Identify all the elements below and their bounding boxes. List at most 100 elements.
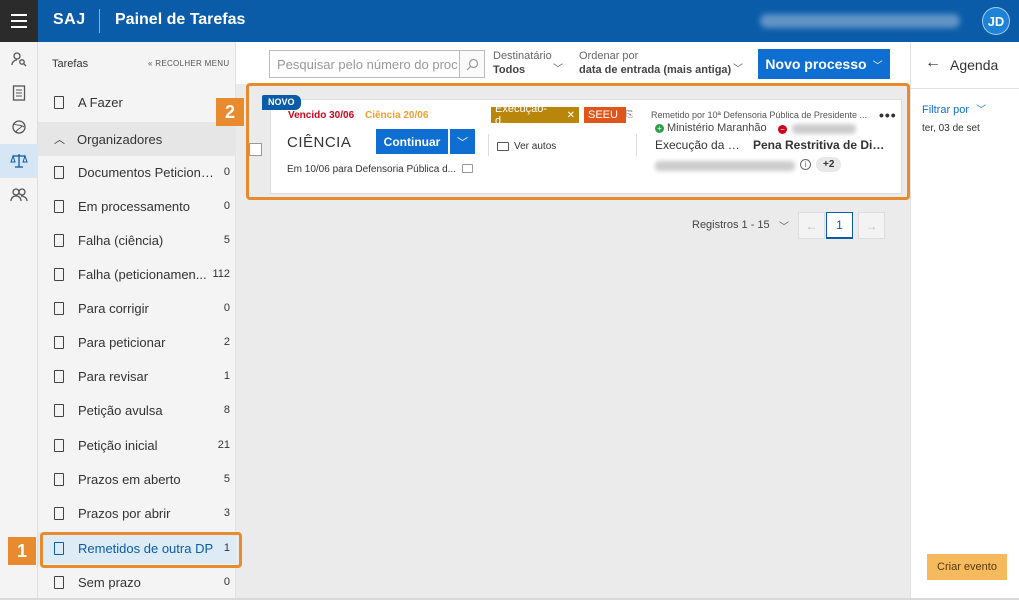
sidebar-item-em-processamento[interactable]: Em processamento 0 [38, 190, 236, 222]
toolbar: Pesquisar pelo número do proc Destinatár… [236, 42, 910, 84]
brand-logo: SAJ [53, 11, 86, 28]
sidebar-item-todo[interactable]: A Fazer [38, 86, 236, 118]
previous-page-arrow-icon[interactable]: ← [798, 212, 825, 239]
task-checkbox[interactable] [249, 143, 262, 156]
bookmark-icon [54, 472, 64, 486]
bookmark-icon [54, 233, 64, 247]
sidebar-item-falha-peticionamento[interactable]: Falha (peticionamen... 112 [38, 258, 236, 290]
search-input[interactable]: Pesquisar pelo número do proc [269, 50, 459, 78]
page-number-button[interactable]: 1 [826, 212, 853, 239]
avatar[interactable]: JD [982, 7, 1010, 35]
agenda-date: ter, 03 de set [922, 123, 980, 134]
sidebar-item-label: Sem prazo [78, 574, 141, 590]
sidebar-item-count: 2 [223, 336, 230, 348]
scales-icon[interactable] [0, 144, 38, 178]
info-icon[interactable]: i [800, 159, 811, 170]
tag-label: SEEU [588, 109, 618, 121]
page-size-chevron-down-icon[interactable]: ﹀ [779, 218, 789, 233]
bookmark-icon [54, 165, 64, 179]
bookmark-icon [54, 575, 64, 589]
sidebar-item-documentos-peticionados[interactable]: Documentos Peticiona... 0 [38, 156, 236, 188]
sidebar-item-count: 21 [217, 439, 230, 451]
collapse-menu-button[interactable]: « RECOLHER MENU [148, 59, 229, 68]
sidebar-item-falha-ciencia[interactable]: Falha (ciência) 5 [38, 224, 236, 256]
sidebar-item-peticao-avulsa[interactable]: Petição avulsa 8 [38, 394, 236, 426]
sidebar-item-label: Petição avulsa [78, 402, 163, 418]
bookmark-icon [54, 267, 64, 281]
filter-dropdown[interactable]: Filtrar por ﹀ [922, 101, 986, 116]
user-search-icon[interactable] [0, 42, 38, 76]
sort-dropdown[interactable]: Ordenar por data de entrada (mais antiga… [579, 50, 743, 76]
document-list-icon[interactable] [0, 76, 38, 110]
sidebar-item-para-peticionar[interactable]: Para peticionar 2 [38, 326, 236, 358]
passive-party-redacted [792, 124, 856, 134]
more-subjects-badge[interactable]: +2 [816, 157, 842, 172]
sidebar-item-count: 1 [223, 370, 230, 382]
continue-options-chevron-down-icon[interactable]: ﹀ [450, 129, 475, 154]
bookmark-icon [54, 403, 64, 417]
chevron-down-icon: ﹀ [976, 105, 987, 116]
brand-divider [99, 9, 100, 33]
top-bar: SAJ Painel de Tarefas JD [0, 0, 1019, 42]
bookmark-icon [54, 506, 64, 520]
agenda-panel: ← Agenda Filtrar por ﹀ ter, 03 de set Cr… [910, 42, 1019, 600]
sidebar-item-sem-prazo[interactable]: Sem prazo 0 [38, 566, 236, 598]
chevron-down-icon: ﹀ [553, 64, 563, 75]
sidebar-title: Tarefas [52, 58, 89, 70]
sidebar-item-para-revisar[interactable]: Para revisar 1 [38, 360, 236, 392]
divider [488, 134, 489, 156]
sidebar: Tarefas « RECOLHER MENU A Fazer ︿ Organi… [38, 42, 236, 600]
recipient-value: Todos [493, 64, 526, 76]
continue-button[interactable]: Continuar [376, 129, 448, 154]
tag-label: Execução-d... [495, 103, 547, 127]
sidebar-item-prazos-por-abrir[interactable]: Prazos por abrir 3 [38, 497, 236, 529]
back-arrow-icon[interactable]: ← [925, 54, 941, 72]
sidebar-item-count: 3 [223, 507, 230, 519]
sidebar-item-remetidos-de-outra-dp[interactable]: Remetidos de outra DP 1 [38, 532, 236, 564]
task-title: CIÊNCIA [287, 134, 352, 151]
forwarded-document-icon: ⎘ [626, 109, 634, 119]
create-event-button[interactable]: Criar evento [927, 554, 1007, 580]
tag-execucao[interactable]: Execução-d... ✕ [491, 103, 579, 127]
divider [636, 134, 637, 156]
sidebar-item-label: Em processamento [78, 198, 190, 214]
bookmark-icon [54, 369, 64, 383]
hamburger-menu-icon[interactable] [0, 0, 38, 42]
bookmark-icon [54, 199, 64, 213]
sidebar-item-label: Prazos por abrir [78, 505, 171, 521]
comment-icon[interactable] [462, 164, 473, 173]
open-records-link[interactable]: Ver autos [497, 141, 556, 152]
minus-circle-icon: − [778, 122, 790, 136]
open-records-label: Ver autos [514, 141, 557, 152]
sort-label: Ordenar por [579, 50, 639, 62]
more-options-icon[interactable]: ••• [879, 107, 897, 123]
sidebar-item-label: Falha (ciência) [78, 232, 164, 248]
globe-icon[interactable] [0, 110, 38, 144]
sidebar-item-count: 112 [212, 268, 230, 280]
chevron-up-icon: ︿ [54, 134, 65, 146]
next-page-arrow-icon[interactable]: → [858, 212, 885, 239]
new-process-button[interactable]: Novo processo ﹀ [758, 49, 890, 79]
filter-label: Filtrar por [922, 104, 970, 116]
sidebar-item-label: Para corrigir [78, 300, 149, 316]
process-number-redacted [655, 161, 795, 171]
annotation-marker-2: 2 [216, 98, 244, 126]
remove-tag-icon[interactable]: ✕ [567, 110, 575, 121]
sidebar-item-count: 0 [223, 166, 230, 178]
sidebar-item-peticao-inicial[interactable]: Petição inicial 21 [38, 429, 236, 461]
sidebar-item-count: 5 [223, 234, 230, 246]
bookmark-icon [54, 438, 64, 452]
page-title: Painel de Tarefas [115, 11, 246, 28]
sidebar-item-para-corrigir[interactable]: Para corrigir 0 [38, 292, 236, 324]
bookmark-icon [54, 335, 64, 349]
tag-seeu[interactable]: SEEU ✕ [584, 107, 634, 123]
sent-by-text: Remetido por 10ª Defensoria Pública de P… [651, 110, 867, 120]
sidebar-item-prazos-em-aberto[interactable]: Prazos em aberto 5 [38, 463, 236, 495]
new-process-label: Novo processo [765, 56, 867, 72]
users-icon[interactable] [0, 178, 38, 212]
due-date: Vencido 30/06 [288, 110, 355, 121]
organizers-label: Organizadores [77, 131, 163, 147]
search-icon[interactable] [459, 50, 485, 78]
organizers-header[interactable]: ︿ Organizadores [38, 122, 236, 156]
recipient-dropdown[interactable]: Destinatário Todos ﹀ [493, 50, 563, 76]
